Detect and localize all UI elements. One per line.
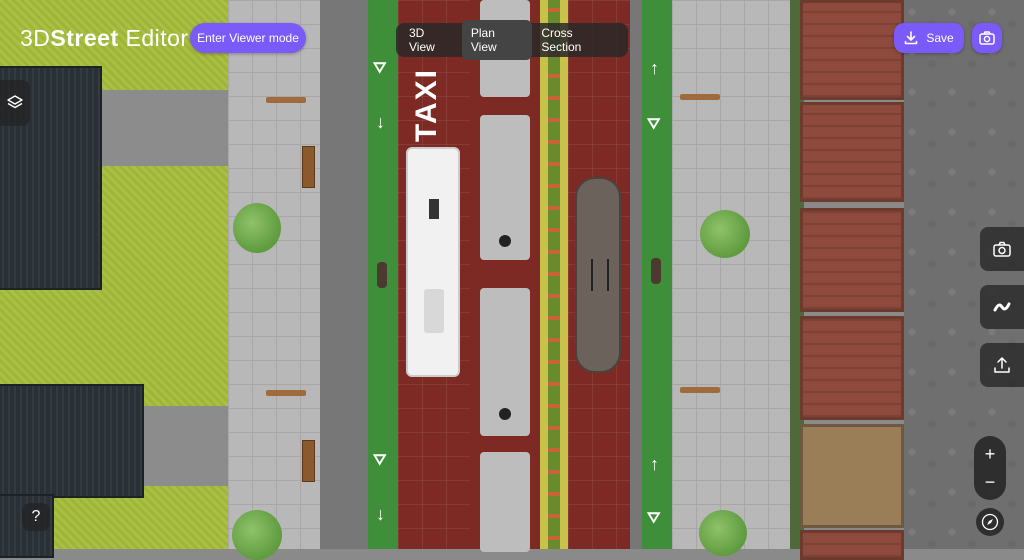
bench: [302, 440, 315, 482]
tram-car[interactable]: [480, 288, 530, 436]
cyclist: [651, 258, 661, 284]
tree: [233, 203, 281, 253]
save-label: Save: [926, 31, 954, 45]
cyclist: [377, 262, 387, 288]
help-button[interactable]: ?: [22, 503, 50, 531]
view-mode-tabs: 3D View Plan View Cross Section: [396, 20, 628, 60]
layers-icon: [7, 95, 23, 109]
arrow-up-marking: ↑: [650, 454, 659, 474]
capture-button[interactable]: [980, 227, 1024, 271]
left-driveway-top: [98, 90, 228, 166]
tree: [700, 210, 750, 258]
street-lamp: [266, 97, 306, 103]
street-lamp: [266, 390, 306, 396]
camera-icon: [993, 241, 1011, 257]
help-label: ?: [31, 508, 41, 525]
building-roof-bottom-left: [0, 384, 144, 498]
zoom-controls: + −: [974, 436, 1006, 500]
tram-car[interactable]: [480, 115, 530, 260]
right-sidewalk: [672, 0, 800, 549]
streetcar[interactable]: [575, 177, 621, 373]
tab-plan-view[interactable]: Plan View: [461, 20, 533, 60]
curve-icon: [993, 302, 1011, 312]
left-curb-lane: [320, 0, 368, 549]
bus[interactable]: [406, 147, 460, 377]
camera-icon: [979, 31, 995, 45]
layers-button[interactable]: [0, 80, 30, 126]
tab-cross-section-label: Cross Section: [541, 26, 582, 54]
arrow-down-marking: ↓: [376, 112, 385, 132]
tab-plan-view-label: Plan View: [470, 26, 497, 54]
street-plan-view[interactable]: ⛛ ↓ ⛛ ↓ TAXI ↑ ⛛ ↑ ⛛: [0, 0, 1024, 560]
zoom-out-label: −: [984, 472, 996, 492]
tab-3d-view-label: 3D View: [409, 26, 435, 54]
building-roof-brick: [800, 208, 904, 312]
arrow-up-marking: ↑: [650, 58, 659, 78]
bench: [302, 146, 315, 188]
arrow-down-marking: ↓: [376, 504, 385, 524]
median-flowers: [548, 0, 560, 549]
building-roof-brick: [800, 530, 904, 560]
tree: [699, 510, 747, 556]
share-button[interactable]: [980, 343, 1024, 387]
tab-cross-section[interactable]: Cross Section: [532, 20, 624, 60]
right-stone-ground: [904, 0, 1024, 549]
upload-icon: [994, 357, 1010, 373]
app-logo: 3DStreet Editor: [20, 25, 189, 52]
building-roof-brick: [800, 102, 904, 202]
logo-bold: Street: [50, 25, 119, 51]
zoom-in-label: +: [984, 444, 996, 464]
bike-symbol: ⛛: [373, 452, 387, 469]
taxi-marking: TAXI: [410, 68, 443, 143]
enter-viewer-mode-label: Enter Viewer mode: [197, 31, 299, 45]
compass-icon: [981, 513, 999, 531]
save-button[interactable]: Save: [894, 23, 964, 53]
tab-3d-view[interactable]: 3D View: [400, 20, 462, 60]
street-lamp: [680, 387, 720, 393]
left-driveway-bottom: [140, 406, 228, 486]
right-curb-lane: [630, 0, 642, 549]
building-roof-brick: [800, 316, 904, 420]
zoom-out-button[interactable]: −: [974, 468, 1006, 496]
bike-symbol: ⛛: [647, 510, 661, 527]
compass-button[interactable]: [976, 508, 1004, 536]
tree: [232, 510, 282, 560]
enter-viewer-mode-button[interactable]: Enter Viewer mode: [190, 23, 306, 53]
bike-symbol: ⛛: [647, 116, 661, 133]
screenshot-button[interactable]: [972, 23, 1002, 53]
building-roof-brick: [800, 0, 904, 100]
path-tool-button[interactable]: [980, 285, 1024, 329]
tram-car[interactable]: [480, 452, 530, 552]
logo-suffix: Editor: [118, 25, 189, 51]
zoom-in-button[interactable]: +: [974, 440, 1006, 468]
download-icon: [905, 31, 918, 45]
bike-symbol: ⛛: [373, 60, 387, 77]
building-roof-tan: [800, 424, 904, 528]
logo-prefix: 3D: [20, 25, 51, 51]
street-lamp: [680, 94, 720, 100]
